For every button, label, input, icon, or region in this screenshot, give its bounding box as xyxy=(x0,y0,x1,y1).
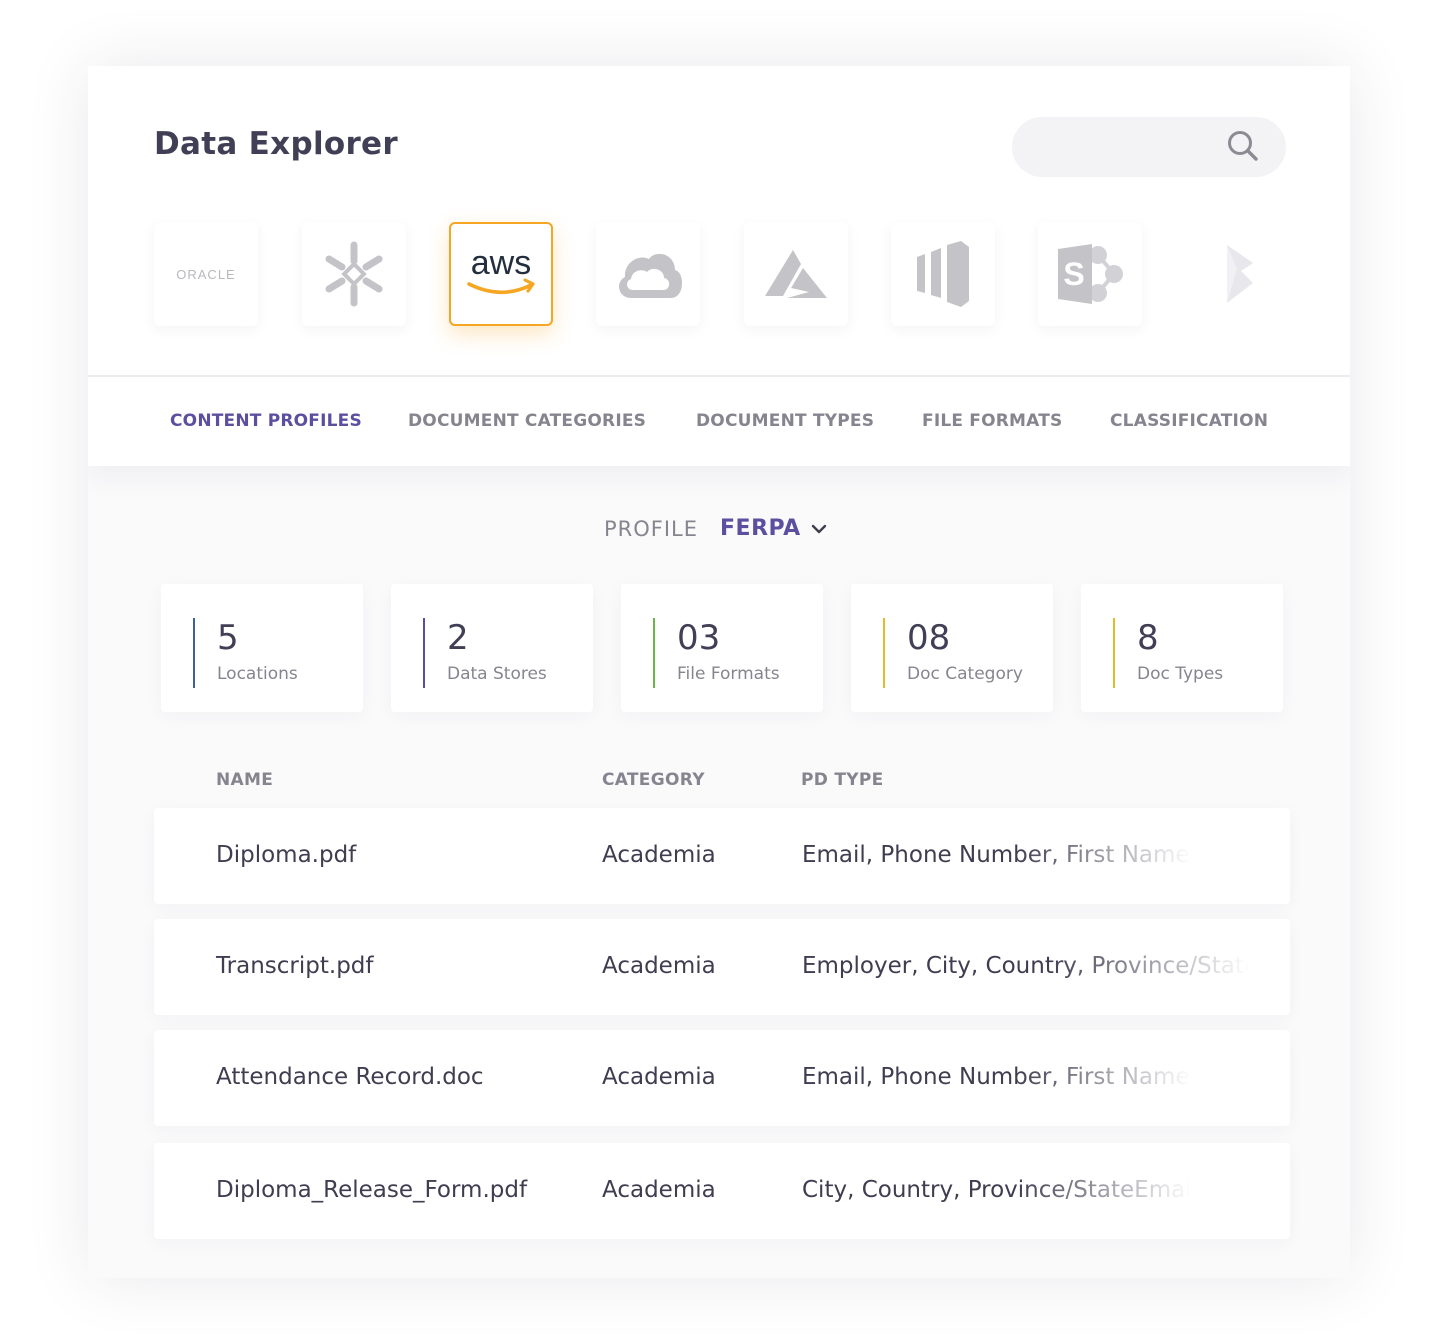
stat-value: 08 xyxy=(907,618,951,658)
cell-category: Academia xyxy=(602,842,716,868)
stat-label: File Formats xyxy=(677,664,780,684)
stat-value: 2 xyxy=(447,618,469,658)
profile-selector[interactable]: PROFILE FERPA xyxy=(604,516,827,541)
tab-document-categories[interactable]: DOCUMENT CATEGORIES xyxy=(408,411,646,431)
snowflake-icon xyxy=(325,241,383,307)
cell-name: Diploma_Release_Form.pdf xyxy=(216,1177,528,1203)
cloud-icon xyxy=(619,253,683,298)
profile-label: PROFILE xyxy=(604,516,699,541)
stat-label: Doc Category xyxy=(907,664,1023,684)
source-oracle[interactable]: ORACLE xyxy=(154,222,258,326)
sharepoint-icon: S xyxy=(1058,244,1123,304)
data-source-list: ORACLE aws S xyxy=(88,222,1350,326)
explorer-header: Data Explorer ORACLE aws S CONTENT PROFI… xyxy=(88,66,1350,466)
source-google-cloud[interactable] xyxy=(596,222,700,326)
source-aws[interactable]: aws xyxy=(449,222,553,326)
stat-accent-bar xyxy=(653,618,655,688)
source-snowflake[interactable] xyxy=(302,222,406,326)
profile-value[interactable]: FERPA xyxy=(720,516,801,541)
cell-category: Academia xyxy=(602,1177,716,1203)
cell-name: Diploma.pdf xyxy=(216,842,357,868)
table-row[interactable]: Diploma_Release_Form.pdf Academia City, … xyxy=(154,1143,1290,1239)
page-title: Data Explorer xyxy=(154,126,398,162)
cell-category: Academia xyxy=(602,1064,716,1090)
stat-accent-bar xyxy=(883,618,885,688)
source-bars[interactable] xyxy=(891,222,995,326)
tab-file-formats[interactable]: FILE FORMATS xyxy=(922,411,1062,431)
stat-label: Locations xyxy=(217,664,298,684)
tab-bar: CONTENT PROFILES DOCUMENT CATEGORIES DOC… xyxy=(88,377,1350,466)
stat-card-locations[interactable]: 5 Locations xyxy=(161,584,363,712)
column-header-name[interactable]: NAME xyxy=(216,770,273,790)
table-row[interactable]: Attendance Record.doc Academia Email, Ph… xyxy=(154,1030,1290,1126)
sharepoint-letter: S xyxy=(1063,256,1084,292)
cell-category: Academia xyxy=(602,953,716,979)
stat-card-doc-category[interactable]: 08 Doc Category xyxy=(851,584,1053,712)
cell-pd-type: City, Country, Province/StateEmail xyxy=(802,1177,1192,1203)
cell-name: Attendance Record.doc xyxy=(216,1064,484,1090)
tab-classification[interactable]: CLASSIFICATION xyxy=(1110,411,1268,431)
source-azure[interactable] xyxy=(744,222,848,326)
search-icon[interactable] xyxy=(1226,129,1260,163)
data-explorer-card: Data Explorer ORACLE aws S CONTENT PROFI… xyxy=(88,66,1350,1278)
oracle-logo: ORACLE xyxy=(176,266,236,282)
table-header: NAME CATEGORY PD TYPE xyxy=(88,770,1350,794)
dynamics-icon xyxy=(1227,245,1253,303)
stat-label: Data Stores xyxy=(447,664,547,684)
stat-accent-bar xyxy=(423,618,425,688)
stat-value: 5 xyxy=(217,618,239,658)
cell-pd-type: Email, Phone Number, First Name xyxy=(802,1064,1190,1090)
search-input[interactable] xyxy=(1012,117,1286,177)
tab-content-profiles[interactable]: CONTENT PROFILES xyxy=(170,411,362,431)
stat-value: 8 xyxy=(1137,618,1159,658)
aws-logo: aws xyxy=(467,244,535,295)
table-row[interactable]: Diploma.pdf Academia Email, Phone Number… xyxy=(154,808,1290,904)
bars-logo-icon xyxy=(917,241,969,307)
stat-card-file-formats[interactable]: 03 File Formats xyxy=(621,584,823,712)
source-sharepoint[interactable]: S xyxy=(1038,222,1142,326)
azure-icon xyxy=(765,250,827,298)
stat-accent-bar xyxy=(193,618,195,688)
aws-logo-text: aws xyxy=(471,244,531,282)
column-header-category[interactable]: CATEGORY xyxy=(602,770,705,790)
stat-label: Doc Types xyxy=(1137,664,1224,684)
table-row[interactable]: Transcript.pdf Academia Employer, City, … xyxy=(154,919,1290,1015)
stat-value: 03 xyxy=(677,618,721,658)
cell-name: Transcript.pdf xyxy=(216,953,374,979)
cell-pd-type: Employer, City, Country, Province/State xyxy=(802,953,1250,979)
source-dynamics[interactable] xyxy=(1186,222,1290,326)
cell-pd-type: Email, Phone Number, First Name xyxy=(802,842,1190,868)
stat-card-doc-types[interactable]: 8 Doc Types xyxy=(1081,584,1283,712)
stat-accent-bar xyxy=(1113,618,1115,688)
column-header-pd-type[interactable]: PD TYPE xyxy=(801,770,884,790)
tab-document-types[interactable]: DOCUMENT TYPES xyxy=(696,411,874,431)
chevron-down-icon[interactable] xyxy=(811,523,827,535)
stat-card-data-stores[interactable]: 2 Data Stores xyxy=(391,584,593,712)
